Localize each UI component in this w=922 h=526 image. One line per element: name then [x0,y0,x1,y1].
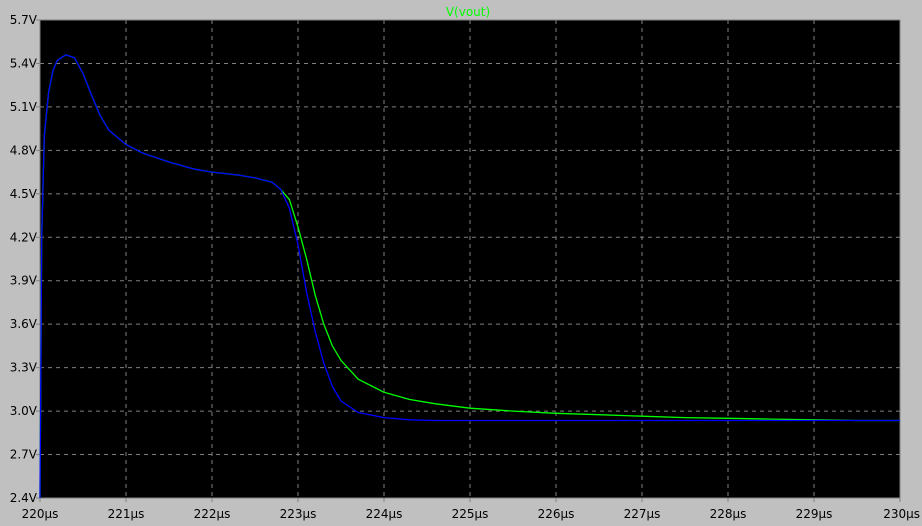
y-tick-label: 4.8V [10,143,38,157]
x-tick-labels: 220µs 221µs 222µs 223µs 224µs 225µs 226µs 227µs… [22,507,920,521]
y-tick-label: 2.4V [10,491,38,505]
chart-title: V(vout) [446,5,490,19]
y-tick-label: 5.4V [10,56,38,70]
y-tick-label: 5.7V [10,13,38,27]
y-tick-label: 2.7V [10,448,38,462]
y-tick-label: 3.3V [10,361,38,375]
y-tick-label: 4.5V [10,187,38,201]
y-tick-label: 3.6V [10,317,38,331]
x-tick-label: 220µs [22,507,59,521]
y-tick-label: 4.2V [10,230,38,244]
x-tick-label: 227µs [624,507,661,521]
x-tick-label: 223µs [280,507,317,521]
y-tick-label: 3.0V [10,404,38,418]
x-tick-label: 226µs [538,507,575,521]
x-tick-label: 224µs [366,507,403,521]
y-tick-label: 3.9V [10,274,38,288]
y-tick-labels: 2.4V 2.7V 3.0V 3.3V 3.6V 3.9V 4.2V 4.5V 4.8V 5.1V… [10,13,38,505]
x-tick-label: 228µs [710,507,747,521]
x-tick-label: 230µs [883,507,920,521]
x-tick-label: 222µs [194,507,231,521]
x-tick-label: 221µs [108,507,145,521]
x-tick-label: 225µs [452,507,489,521]
y-tick-label: 5.1V [10,100,38,114]
x-tick-label: 229µs [796,507,833,521]
chart: 220µs 221µs 222µs 223µs 224µs 225µs 226µs 227µs… [10,5,920,521]
plot-area [39,19,901,499]
